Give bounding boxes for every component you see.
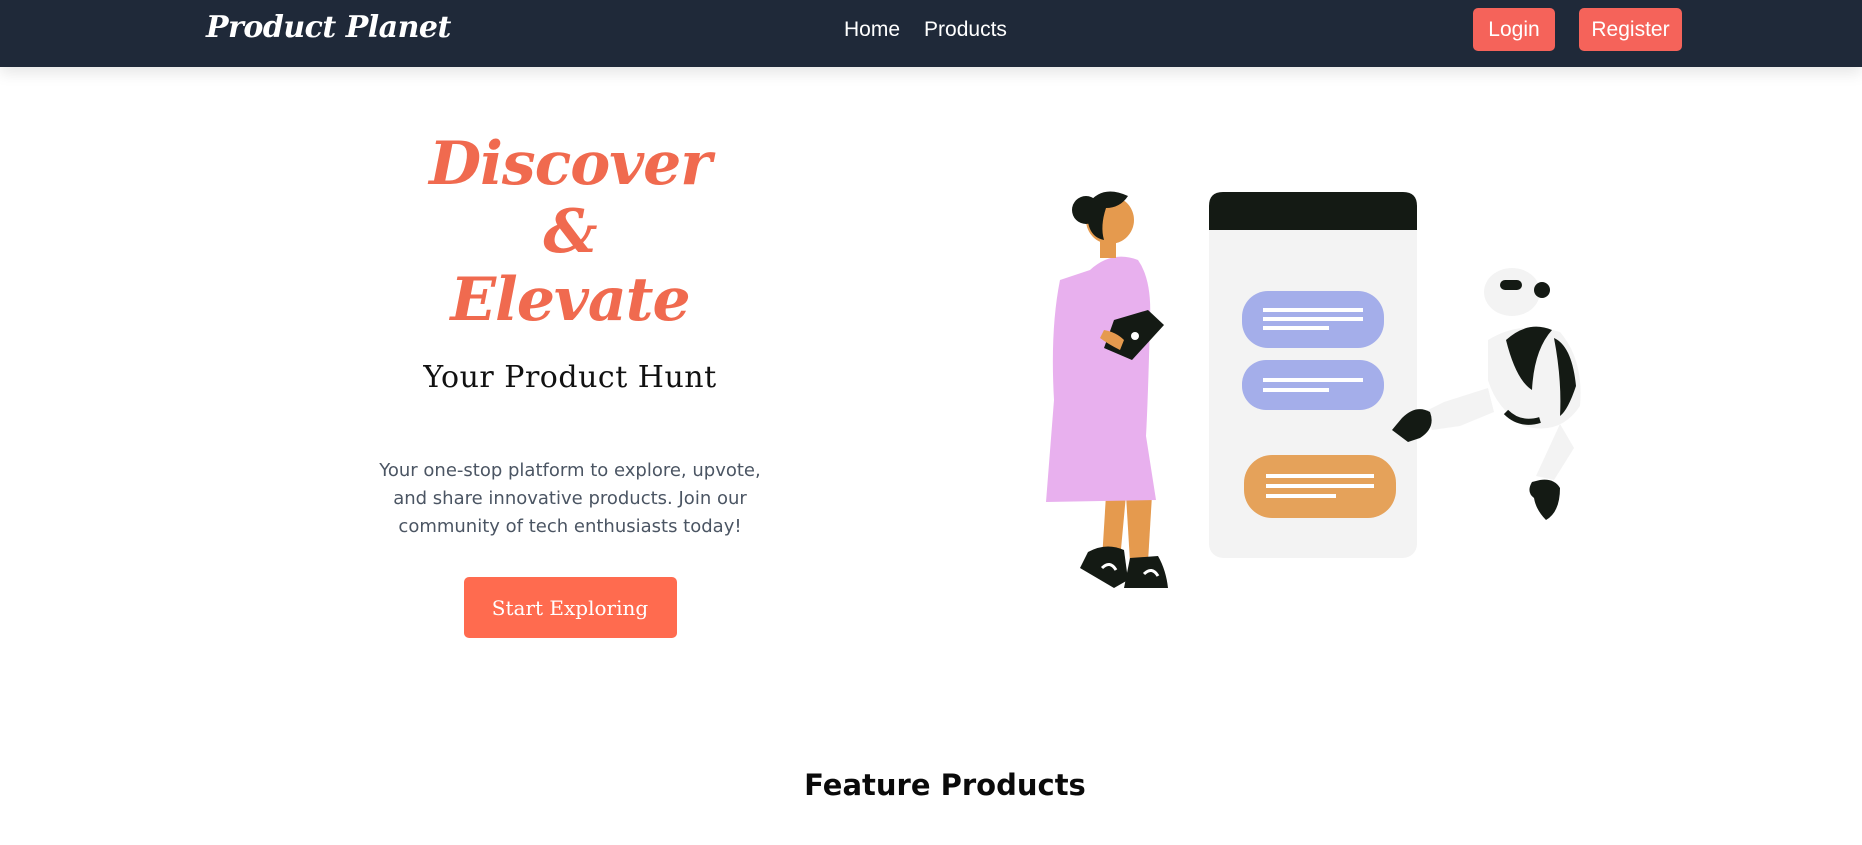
featured-products-title: Feature Products bbox=[804, 768, 1086, 802]
hero-text: Discover & Elevate Your Product Hunt You… bbox=[360, 130, 780, 638]
brand-logo[interactable]: Product Planet bbox=[206, 10, 451, 45]
nav-link-products[interactable]: Products bbox=[924, 18, 1007, 42]
login-button[interactable]: Login bbox=[1473, 8, 1555, 51]
nav-links: Home Products bbox=[844, 18, 1007, 42]
hero-description: Your one-stop platform to explore, upvot… bbox=[379, 460, 761, 537]
robot-figure bbox=[1392, 268, 1581, 520]
woman-figure bbox=[1046, 191, 1168, 588]
headline-line-discover: Discover bbox=[429, 129, 712, 199]
hero-subtitle: Your Product Hunt bbox=[423, 360, 717, 395]
register-button[interactable]: Register bbox=[1579, 8, 1682, 51]
nav-link-home[interactable]: Home bbox=[844, 18, 900, 42]
phone-chat-graphic bbox=[1209, 192, 1417, 558]
start-exploring-button[interactable]: Start Exploring bbox=[463, 577, 677, 638]
hero-illustration bbox=[1046, 191, 1581, 588]
top-navbar: Product Planet Home Products Login Regis… bbox=[0, 0, 1862, 67]
headline-line-ampersand: & bbox=[543, 197, 597, 267]
hero-headline: Discover & Elevate bbox=[360, 130, 780, 334]
headline-line-elevate: Elevate bbox=[450, 265, 690, 335]
